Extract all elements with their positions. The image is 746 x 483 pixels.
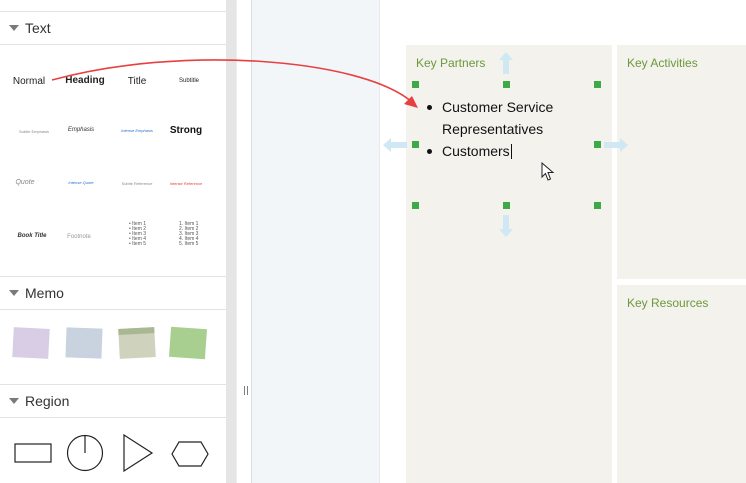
- app-window: Text Normal Heading Title Subtitle Subtl…: [0, 0, 746, 483]
- drag-arrow-icon: [51, 59, 418, 108]
- mouse-pointer-icon: [541, 162, 555, 181]
